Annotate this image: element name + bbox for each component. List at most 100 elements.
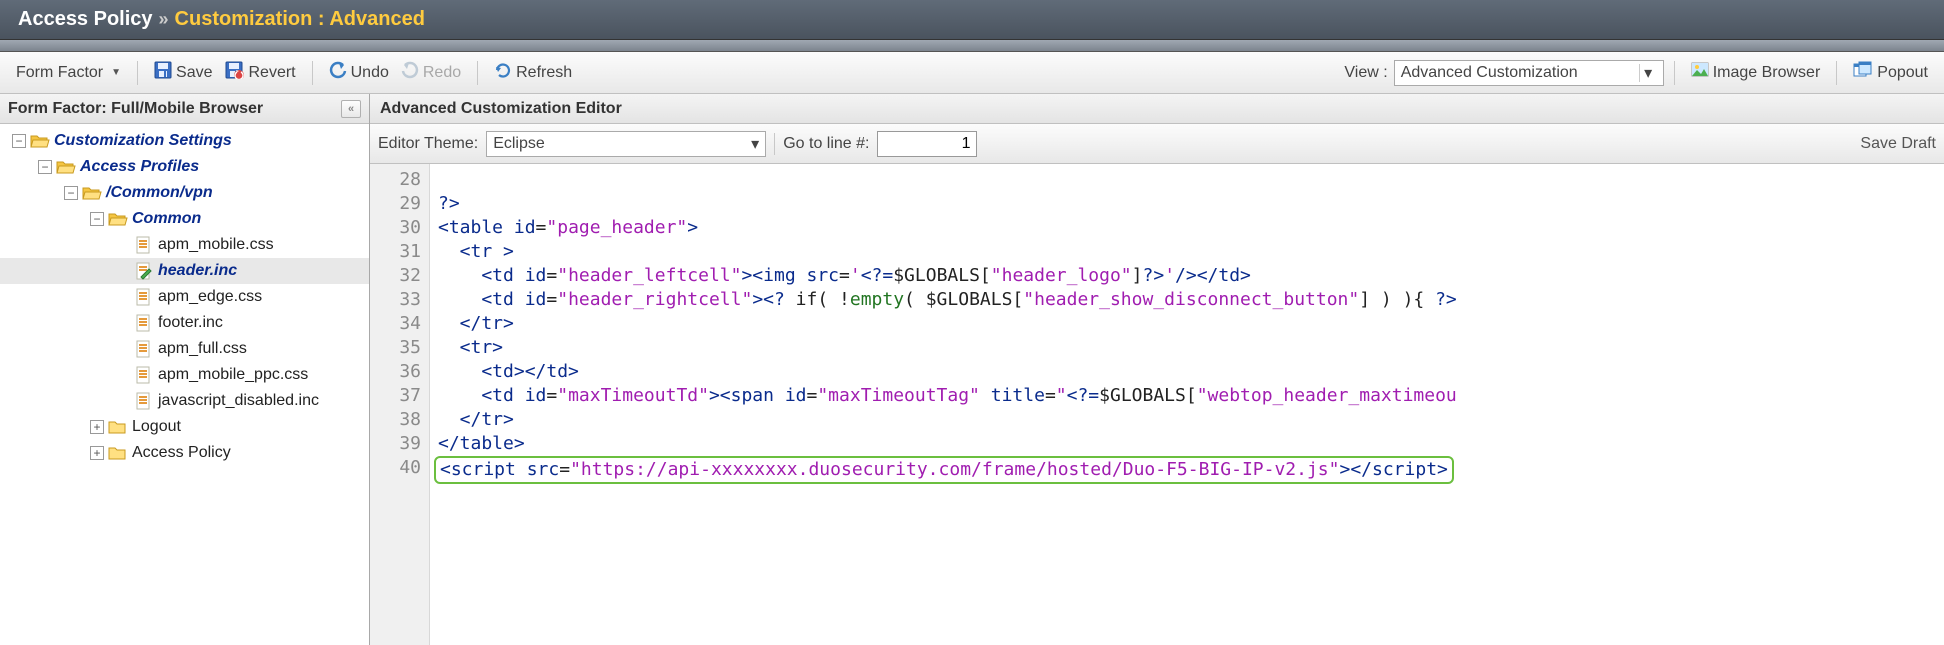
content-panel: Advanced Customization Editor Editor The… xyxy=(370,94,1944,645)
code-line[interactable]: <table id="page_header"> xyxy=(438,216,1936,240)
expand-icon[interactable]: + xyxy=(90,420,104,434)
folder-icon xyxy=(108,418,128,436)
tree-item[interactable]: apm_edge.css xyxy=(0,284,369,310)
tree-item-label: apm_mobile.css xyxy=(158,236,274,254)
code-editor[interactable]: 28293031323334353637383940 ?><table id="… xyxy=(370,164,1944,645)
tree-item[interactable]: −Access Profiles xyxy=(0,154,369,180)
save-label: Save xyxy=(176,64,212,82)
chevron-down-icon: ▼ xyxy=(111,67,121,78)
tree-item[interactable]: −Common xyxy=(0,206,369,232)
line-number: 32 xyxy=(370,264,421,288)
code-line[interactable]: <script src="https://api-xxxxxxxx.duosec… xyxy=(438,456,1936,480)
collapse-icon[interactable]: − xyxy=(90,212,104,226)
code-line[interactable] xyxy=(438,168,1936,192)
folder-open-icon xyxy=(82,184,102,202)
tree-item[interactable]: footer.inc xyxy=(0,310,369,336)
chevron-down-icon: ▾ xyxy=(751,134,759,154)
code-line[interactable]: <tr > xyxy=(438,240,1936,264)
line-number: 40 xyxy=(370,456,421,480)
line-number: 36 xyxy=(370,360,421,384)
line-number: 38 xyxy=(370,408,421,432)
code-line[interactable]: <td id="header_rightcell"><? if( !empty(… xyxy=(438,288,1936,312)
theme-select[interactable]: Eclipse ▾ xyxy=(486,131,766,157)
goto-line-label: Go to line #: xyxy=(783,135,869,153)
tree-item[interactable]: −/Common/vpn xyxy=(0,180,369,206)
file-icon xyxy=(134,314,154,332)
revert-button[interactable]: Revert xyxy=(219,59,302,86)
tree-item[interactable]: apm_mobile.css xyxy=(0,232,369,258)
folder-open-icon xyxy=(56,158,76,176)
form-factor-dropdown[interactable]: Form Factor ▼ xyxy=(10,62,127,84)
breadcrumb-root[interactable]: Access Policy xyxy=(18,8,153,31)
image-browser-button[interactable]: Image Browser xyxy=(1685,59,1827,86)
refresh-button[interactable]: Refresh xyxy=(488,59,578,86)
breadcrumb-current: Customization : Advanced xyxy=(175,8,425,31)
tree-item[interactable]: apm_full.css xyxy=(0,336,369,362)
collapse-sidebar-button[interactable]: « xyxy=(341,100,361,118)
toolbar-separator xyxy=(477,61,478,85)
toolbar-separator xyxy=(1674,61,1675,85)
tree-item[interactable]: javascript_disabled.inc xyxy=(0,388,369,414)
toolbar-separator xyxy=(137,61,138,85)
code-line[interactable]: <td></td> xyxy=(438,360,1936,384)
line-number: 34 xyxy=(370,312,421,336)
file-icon xyxy=(134,340,154,358)
tree-item[interactable]: + Access Policy xyxy=(0,440,369,466)
collapse-icon[interactable]: − xyxy=(64,186,78,200)
popout-button[interactable]: Popout xyxy=(1847,59,1934,86)
file-tree[interactable]: −Customization Settings−Access Profiles−… xyxy=(0,124,369,645)
revert-icon xyxy=(225,61,245,84)
sidebar-title: Form Factor: Full/Mobile Browser xyxy=(8,100,263,118)
code-line[interactable]: </tr> xyxy=(438,312,1936,336)
tree-item-label: footer.inc xyxy=(158,314,223,332)
code-line[interactable]: <td id="maxTimeoutTd"><span id="maxTimeo… xyxy=(438,384,1936,408)
toolbar-separator xyxy=(312,61,313,85)
file-icon xyxy=(134,392,154,410)
code-line[interactable]: </table> xyxy=(438,432,1936,456)
revert-label: Revert xyxy=(249,64,296,82)
editor-toolbar: Editor Theme: Eclipse ▾ Go to line #: Sa… xyxy=(370,124,1944,164)
tree-item[interactable]: + Logout xyxy=(0,414,369,440)
tree-item[interactable]: header.inc xyxy=(0,258,369,284)
line-number: 31 xyxy=(370,240,421,264)
view-select[interactable]: Advanced Customization ▾ xyxy=(1394,60,1664,86)
tree-item-label: Logout xyxy=(132,418,181,436)
redo-label: Redo xyxy=(423,64,461,82)
collapse-icon[interactable]: − xyxy=(12,134,26,148)
goto-line-input[interactable] xyxy=(877,131,977,157)
form-factor-label: Form Factor xyxy=(16,64,103,82)
code-line[interactable]: </tr> xyxy=(438,408,1936,432)
tree-item-label: apm_mobile_ppc.css xyxy=(158,366,308,384)
content-title: Advanced Customization Editor xyxy=(370,94,1944,124)
save-button[interactable]: Save xyxy=(148,59,218,86)
code-area[interactable]: ?><table id="page_header"> <tr > <td id=… xyxy=(430,164,1944,645)
sidebar: Form Factor: Full/Mobile Browser « −Cust… xyxy=(0,94,370,645)
save-draft-button[interactable]: Save Draft xyxy=(1860,135,1936,153)
undo-icon xyxy=(329,61,347,84)
expand-icon[interactable]: + xyxy=(90,446,104,460)
tree-item-label: Access Policy xyxy=(132,444,231,462)
code-line[interactable]: <tr> xyxy=(438,336,1936,360)
collapse-icon[interactable]: − xyxy=(38,160,52,174)
breadcrumb-sep: » xyxy=(159,9,169,30)
tree-item-label: Customization Settings xyxy=(54,132,232,150)
view-label: View : xyxy=(1344,64,1387,82)
refresh-label: Refresh xyxy=(516,64,572,82)
file-icon xyxy=(134,288,154,306)
folder-open-icon xyxy=(108,210,128,228)
chevron-down-icon: ▾ xyxy=(1639,64,1657,82)
undo-button[interactable]: Undo xyxy=(323,59,395,86)
save-icon xyxy=(154,61,172,84)
sidebar-header: Form Factor: Full/Mobile Browser « xyxy=(0,94,369,124)
refresh-icon xyxy=(494,61,512,84)
undo-label: Undo xyxy=(351,64,389,82)
tree-item[interactable]: − Customization Settings xyxy=(0,128,369,154)
line-number: 39 xyxy=(370,432,421,456)
code-line[interactable]: ?> xyxy=(438,192,1936,216)
redo-button[interactable]: Redo xyxy=(395,59,467,86)
line-number: 28 xyxy=(370,168,421,192)
breadcrumb-bar: Access Policy » Customization : Advanced xyxy=(0,0,1944,40)
code-line[interactable]: <td id="header_leftcell"><img src='<?=$G… xyxy=(438,264,1936,288)
tree-item[interactable]: apm_mobile_ppc.css xyxy=(0,362,369,388)
main-toolbar: Form Factor ▼ Save Revert Undo Redo Refr… xyxy=(0,52,1944,94)
